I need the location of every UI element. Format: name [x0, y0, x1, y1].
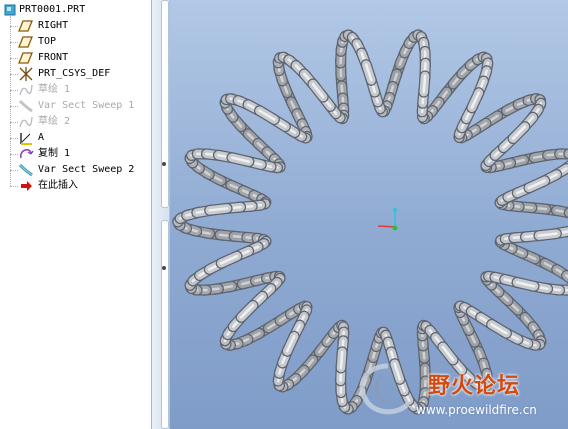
splitter-grip-top[interactable] — [162, 162, 166, 166]
sketch-icon — [18, 114, 34, 130]
model-tree-panel: PRT0001.PRT RIGHT TOP FRONT PRT_CSYS_DEF — [0, 0, 152, 429]
tree-item-label: 复制 1 — [38, 148, 71, 159]
datum-plane-icon — [18, 18, 34, 34]
sweep-icon — [18, 162, 34, 178]
csys-z-axis — [392, 225, 398, 231]
tree-item-axis-a[interactable]: A — [0, 130, 150, 146]
tree-item-insert-here[interactable]: 在此插入 — [0, 178, 150, 194]
tree-item-right[interactable]: RIGHT — [0, 18, 150, 34]
panel-splitter[interactable] — [152, 0, 170, 429]
tree-item-label: A — [38, 132, 45, 143]
tree-root-label: PRT0001.PRT — [19, 4, 86, 15]
tree-item-var-sect-sweep-2[interactable]: Var Sect Sweep 2 — [0, 162, 150, 178]
watermark-site-name: 野火论坛 — [428, 374, 521, 399]
tree-item-label: 草绘 2 — [38, 116, 71, 127]
tree-item-var-sect-sweep-1[interactable]: Var Sect Sweep 1 — [0, 98, 150, 114]
splitter-sash-bottom[interactable] — [161, 220, 169, 429]
coil-tube — [172, 29, 568, 415]
tree-item-label: Var Sect Sweep 1 — [38, 100, 135, 111]
tree-item-sketch-1[interactable]: 草绘 1 — [0, 82, 150, 98]
csys-x-axis — [377, 225, 396, 228]
csys-icon — [18, 66, 34, 82]
tree-item-label: FRONT — [38, 52, 69, 63]
coil-segment-highlight — [422, 74, 427, 94]
tree-item-label: 草绘 1 — [38, 84, 71, 95]
splitter-sash-top[interactable] — [161, 0, 169, 208]
tree-item-front[interactable]: FRONT — [0, 50, 150, 66]
sweep-icon — [18, 98, 34, 114]
tree-item-csys[interactable]: PRT_CSYS_DEF — [0, 66, 150, 82]
copy-icon — [18, 146, 34, 162]
axis-icon — [18, 130, 34, 146]
csys-triad-icon — [377, 208, 398, 231]
tree-item-label: TOP — [38, 36, 57, 47]
tree-item-label: PRT_CSYS_DEF — [38, 68, 111, 79]
sketch-icon — [18, 82, 34, 98]
csys-y-tip — [393, 208, 397, 212]
watermark-url: www.proewildfire.cn — [416, 403, 537, 417]
tree-item-top[interactable]: TOP — [0, 34, 150, 50]
insert-here-arrow-icon — [18, 178, 34, 194]
tree-item-copy-1[interactable]: 复制 1 — [0, 146, 150, 162]
coil-segment-highlight — [339, 350, 344, 370]
tree-item-label: RIGHT — [38, 20, 69, 31]
tree-item-label: Var Sect Sweep 2 — [38, 164, 135, 175]
datum-plane-icon — [18, 50, 34, 66]
tree-root[interactable]: PRT0001.PRT — [0, 2, 150, 18]
datum-plane-icon — [18, 34, 34, 50]
tree-item-label: 在此插入 — [38, 180, 78, 191]
tree-item-sketch-2[interactable]: 草绘 2 — [0, 114, 150, 130]
splitter-grip-bottom[interactable] — [162, 266, 166, 270]
